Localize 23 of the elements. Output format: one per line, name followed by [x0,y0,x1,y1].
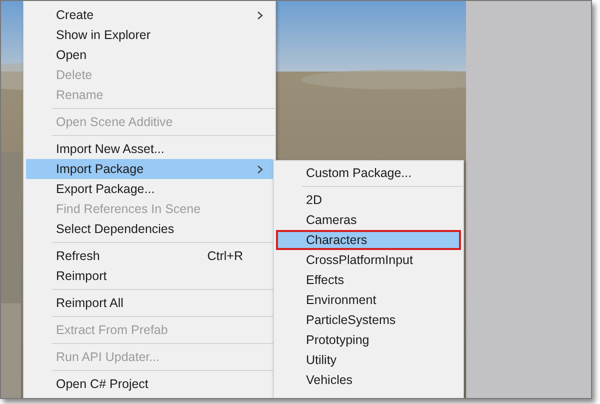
menu-item[interactable]: Select Dependencies [26,219,273,239]
menu-item[interactable]: Import New Asset... [26,139,273,159]
menu-item[interactable]: Refresh Ctrl+R [26,246,273,266]
shortcut-text: Ctrl+R [207,249,243,263]
menu-item[interactable]: Create [26,5,273,25]
menu-item[interactable]: Reimport All [26,293,273,313]
menu-item[interactable]: Cameras [276,210,461,230]
menu-item[interactable]: Export Package... [26,179,273,199]
menu-item[interactable]: Effects [276,270,461,290]
menu-item[interactable]: Characters [276,230,461,250]
menu-item[interactable]: Reimport [26,266,273,286]
menu-item[interactable]: CrossPlatformInput [276,250,461,270]
menu-item[interactable]: Open [26,45,273,65]
menu-item[interactable]: Open C# Project [26,374,273,394]
menu-item[interactable]: Custom Package... [276,163,461,183]
menu-item[interactable]: Utility [276,350,461,370]
menu-item[interactable]: Import Package [26,159,273,179]
menu-item[interactable]: Environment [276,290,461,310]
menu-item[interactable]: Vehicles [276,370,461,390]
menu-item[interactable]: Show in Explorer [26,25,273,45]
menu-item[interactable]: 2D [276,190,461,210]
menu-item[interactable]: Prototyping [276,330,461,350]
menu-item[interactable]: ParticleSystems [276,310,461,330]
